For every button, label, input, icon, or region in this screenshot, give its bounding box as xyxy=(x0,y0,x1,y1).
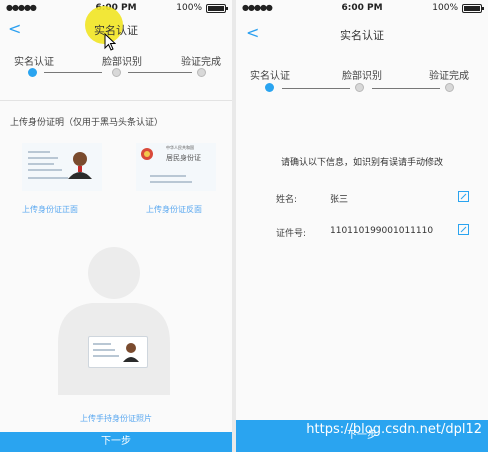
edit-id-number-icon[interactable] xyxy=(458,224,469,235)
step-label: 实名认证 xyxy=(250,71,290,82)
handheld-id-silhouette[interactable] xyxy=(52,245,176,395)
status-bar: ●●●●● ◠ 6:00 PM 100% xyxy=(236,0,488,17)
upload-front-link[interactable]: 上传身份证正面 xyxy=(22,204,78,215)
upload-handheld-link[interactable]: 上传手持身份证照片 xyxy=(80,413,152,424)
nav-bar: < 实名认证 xyxy=(0,17,232,43)
step-connector xyxy=(128,72,192,73)
handheld-id-card-graphic xyxy=(93,343,139,362)
step-connector xyxy=(372,88,440,89)
divider xyxy=(0,100,232,101)
id-card-back-title: 居民身份证 xyxy=(166,154,201,162)
left-screen: ●●●●● ◠ 6:00 PM 100% < 实名认证 实名认证 脸部识别 验证… xyxy=(0,0,232,452)
step-label: 脸部识别 xyxy=(342,71,382,82)
name-label: 姓名: xyxy=(276,195,298,205)
id-card-back-country: 中华人民共和国 xyxy=(166,145,194,150)
battery-icon xyxy=(462,4,484,13)
battery-icon xyxy=(206,4,228,13)
id-card-back-image[interactable]: 中华人民共和国 居民身份证 xyxy=(136,143,216,191)
battery-percent: 100% xyxy=(176,3,202,13)
right-screen: ●●●●● ◠ 6:00 PM 100% < 实名认证 实名认证 脸部识别 验证… xyxy=(236,0,488,452)
step-dot xyxy=(355,83,364,92)
page-title: 实名认证 xyxy=(94,24,138,37)
step-connector xyxy=(282,88,350,89)
nav-bar: < 实名认证 xyxy=(236,17,488,43)
id-card-front-graphic xyxy=(22,143,102,191)
progress-steps: 实名认证 脸部识别 验证完成 xyxy=(0,48,232,98)
confirm-hint: 请确认以下信息，如识别有误请手动修改 xyxy=(280,158,443,168)
step-dot-active xyxy=(28,68,37,77)
step-label: 验证完成 xyxy=(429,71,469,82)
progress-steps: 实名认证 脸部识别 验证完成 xyxy=(236,62,488,112)
battery-percent: 100% xyxy=(432,3,458,13)
handheld-id-card xyxy=(88,336,148,368)
watermark-text: https://blog.csdn.net/dpl12 xyxy=(306,422,482,437)
step-dot xyxy=(197,68,206,77)
step-dot xyxy=(445,83,454,92)
step-connector xyxy=(44,72,102,73)
upload-title: 上传身份证明（仅用于黑马头条认证） xyxy=(10,118,164,128)
step-label: 实名认证 xyxy=(14,57,54,68)
upload-back-link[interactable]: 上传身份证反面 xyxy=(146,204,202,215)
step-label: 脸部识别 xyxy=(102,57,142,68)
step-dot-active xyxy=(265,83,274,92)
step-label: 验证完成 xyxy=(181,57,221,68)
name-value[interactable]: 张三 xyxy=(330,192,348,205)
id-card-front-image[interactable] xyxy=(22,143,102,191)
step-dot xyxy=(112,68,121,77)
edit-name-icon[interactable] xyxy=(458,191,469,202)
id-number-label: 证件号: xyxy=(276,229,307,239)
id-number-value[interactable]: 110110199001011110 xyxy=(330,226,433,236)
page-title: 实名认证 xyxy=(340,29,384,42)
next-button[interactable]: 下一步 xyxy=(0,432,232,452)
